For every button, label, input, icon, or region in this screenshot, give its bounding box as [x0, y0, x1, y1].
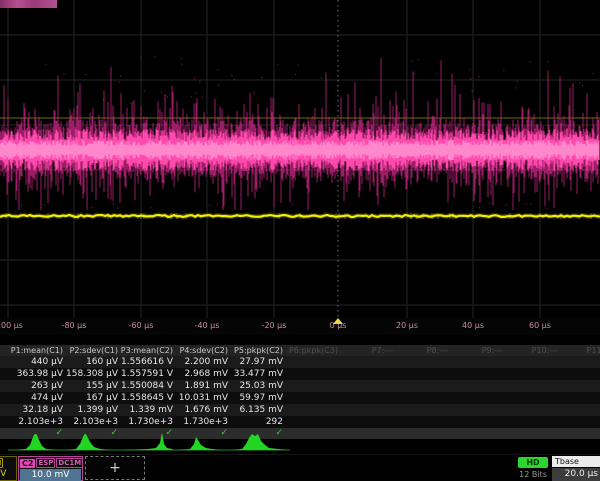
table-row: 263 µV155 µV1.550084 V1.891 mV25.03 mV [0, 380, 600, 392]
table-header-cell[interactable]: P9:--- [450, 345, 503, 356]
table-cell: 1.550084 V [120, 380, 173, 392]
channel-scale-c1: 10.0 mV [0, 468, 16, 480]
table-cell: 2.103e+3 [10, 416, 63, 428]
measure-table-header: P1:mean(C1)P2:sdev(C1)P3:mean(C2)P4:sdev… [0, 345, 600, 356]
table-cell: 167 µV [65, 392, 118, 404]
table-row: 363.98 µV158.308 µV1.557591 V2.968 mV33.… [0, 368, 600, 380]
x-axis-label: -80 µs [62, 321, 87, 330]
bottom-toolbar: C1 DC1M 10.0 mV C2 ESPDC1M 10.0 mV + HD … [0, 454, 600, 480]
table-cell: 6.135 mV [230, 404, 283, 416]
table-cell: 1.399 µV [65, 404, 118, 416]
waveform-svg [0, 0, 600, 318]
table-cell: 155 µV [65, 380, 118, 392]
tbase-descriptor[interactable]: Tbase [552, 456, 600, 467]
channel-descriptor-c1[interactable]: C1 DC1M 10.0 mV [0, 456, 17, 481]
table-header-cell[interactable]: P7:--- [340, 345, 393, 356]
x-axis-label: -20 µs [262, 321, 287, 330]
table-cell: 1.558645 V [120, 392, 173, 404]
table-cell: 263 µV [10, 380, 63, 392]
x-axis-label: -40 µs [195, 321, 220, 330]
table-header-cell[interactable]: P1:mean(C1) [10, 345, 63, 356]
table-row: 440 µV160 µV1.556616 V2.200 mV27.97 mV [0, 356, 600, 368]
x-axis-label: -60 µs [129, 321, 154, 330]
table-row: 2.103e+32.103e+31.730e+31.730e+3292 [0, 416, 600, 428]
table-cell: 27.97 mV [230, 356, 283, 368]
table-header-cell[interactable]: P8:--- [395, 345, 448, 356]
table-cell: 2.200 mV [175, 356, 228, 368]
table-cell: 59.97 mV [230, 392, 283, 404]
table-cell: 1.339 mV [120, 404, 173, 416]
table-cell: 2.103e+3 [65, 416, 118, 428]
table-row: 32.18 µV1.399 µV1.339 mV1.676 mV6.135 mV [0, 404, 600, 416]
table-cell: 32.18 µV [10, 404, 63, 416]
add-trace-button[interactable]: + [85, 456, 145, 480]
table-cell: 1.891 mV [175, 380, 228, 392]
x-axis-label: 40 µs [462, 321, 484, 330]
table-cell: 158.308 µV [65, 368, 118, 380]
table-cell: 25.03 mV [230, 380, 283, 392]
table-cell: 440 µV [10, 356, 63, 368]
coupling-badge-c1: DC1M [0, 458, 3, 468]
x-axis-label: -100 µs [0, 321, 23, 330]
table-cell: 33.477 mV [230, 368, 283, 380]
adc-bits-label: 12 Bits [515, 470, 551, 479]
table-header-cell[interactable]: P2:sdev(C1) [65, 345, 118, 356]
table-cell: 363.98 µV [10, 368, 63, 380]
table-header-cell[interactable]: P10:--- [505, 345, 558, 356]
channel-option-badge: ESP [36, 458, 55, 468]
x-axis-label: 60 µs [529, 321, 551, 330]
hd-badge: HD [518, 457, 548, 468]
histicon [66, 434, 112, 450]
histicon [122, 434, 173, 450]
x-axis-label: 20 µs [396, 321, 418, 330]
table-header-cell[interactable]: P6:pkpk(C3) [285, 345, 338, 356]
table-cell: 10.031 mV [175, 392, 228, 404]
table-row: 474 µV167 µV1.558645 V10.031 mV59.97 mV [0, 392, 600, 404]
table-cell: 1.730e+3 [175, 416, 228, 428]
channel-descriptor-c2[interactable]: C2 ESPDC1M 10.0 mV [18, 456, 83, 481]
table-cell: 1.556616 V [120, 356, 173, 368]
table-cell: 1.676 mV [175, 404, 228, 416]
trigger-time-marker[interactable] [333, 318, 343, 324]
channel-scale-c2: 10.0 mV [20, 469, 81, 481]
plus-icon: + [109, 460, 121, 476]
tbase-value: 20.0 µs [552, 468, 600, 481]
table-cell: 474 µV [10, 392, 63, 404]
table-cell: 160 µV [65, 356, 118, 368]
top-left-tag [0, 0, 57, 8]
table-cell: 1.730e+3 [120, 416, 173, 428]
histicon [176, 437, 222, 450]
channel-option-badge: DC1M [56, 458, 83, 468]
histicon-row [0, 434, 600, 454]
histicon [14, 434, 58, 450]
table-header-cell[interactable]: P3:mean(C2) [120, 345, 173, 356]
table-header-cell[interactable]: P5:pkpk(C2) [230, 345, 283, 356]
table-header-cell[interactable]: P11:--- [560, 345, 600, 356]
table-cell: 292 [230, 416, 283, 428]
channel-badge-c2: C2 [20, 459, 35, 468]
table-header-cell[interactable]: P4:sdev(C2) [175, 345, 228, 356]
histicon [230, 434, 288, 450]
grid-area [0, 0, 600, 318]
table-cell: 2.968 mV [175, 368, 228, 380]
x-axis: -100 µs-80 µs-60 µs-40 µs-20 µs0 µs20 µs… [0, 318, 600, 335]
table-cell: 1.557591 V [120, 368, 173, 380]
